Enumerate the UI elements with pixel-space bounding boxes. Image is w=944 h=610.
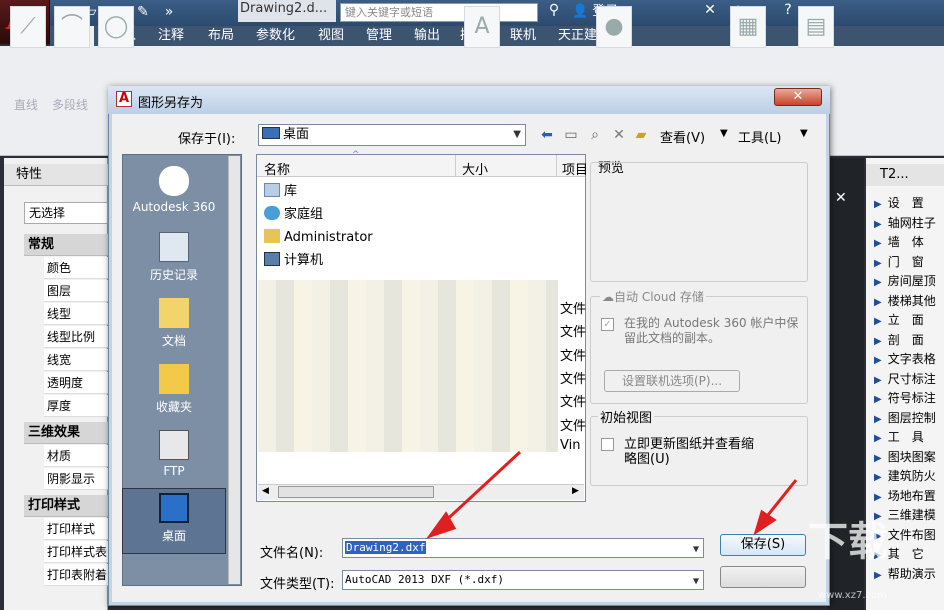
watermark-url: www.xz7.com xyxy=(818,590,887,601)
arrow-to-save xyxy=(762,479,798,521)
annotation-arrows xyxy=(426,450,798,539)
arrow-to-filename xyxy=(438,450,522,528)
arrow-head xyxy=(753,509,777,536)
